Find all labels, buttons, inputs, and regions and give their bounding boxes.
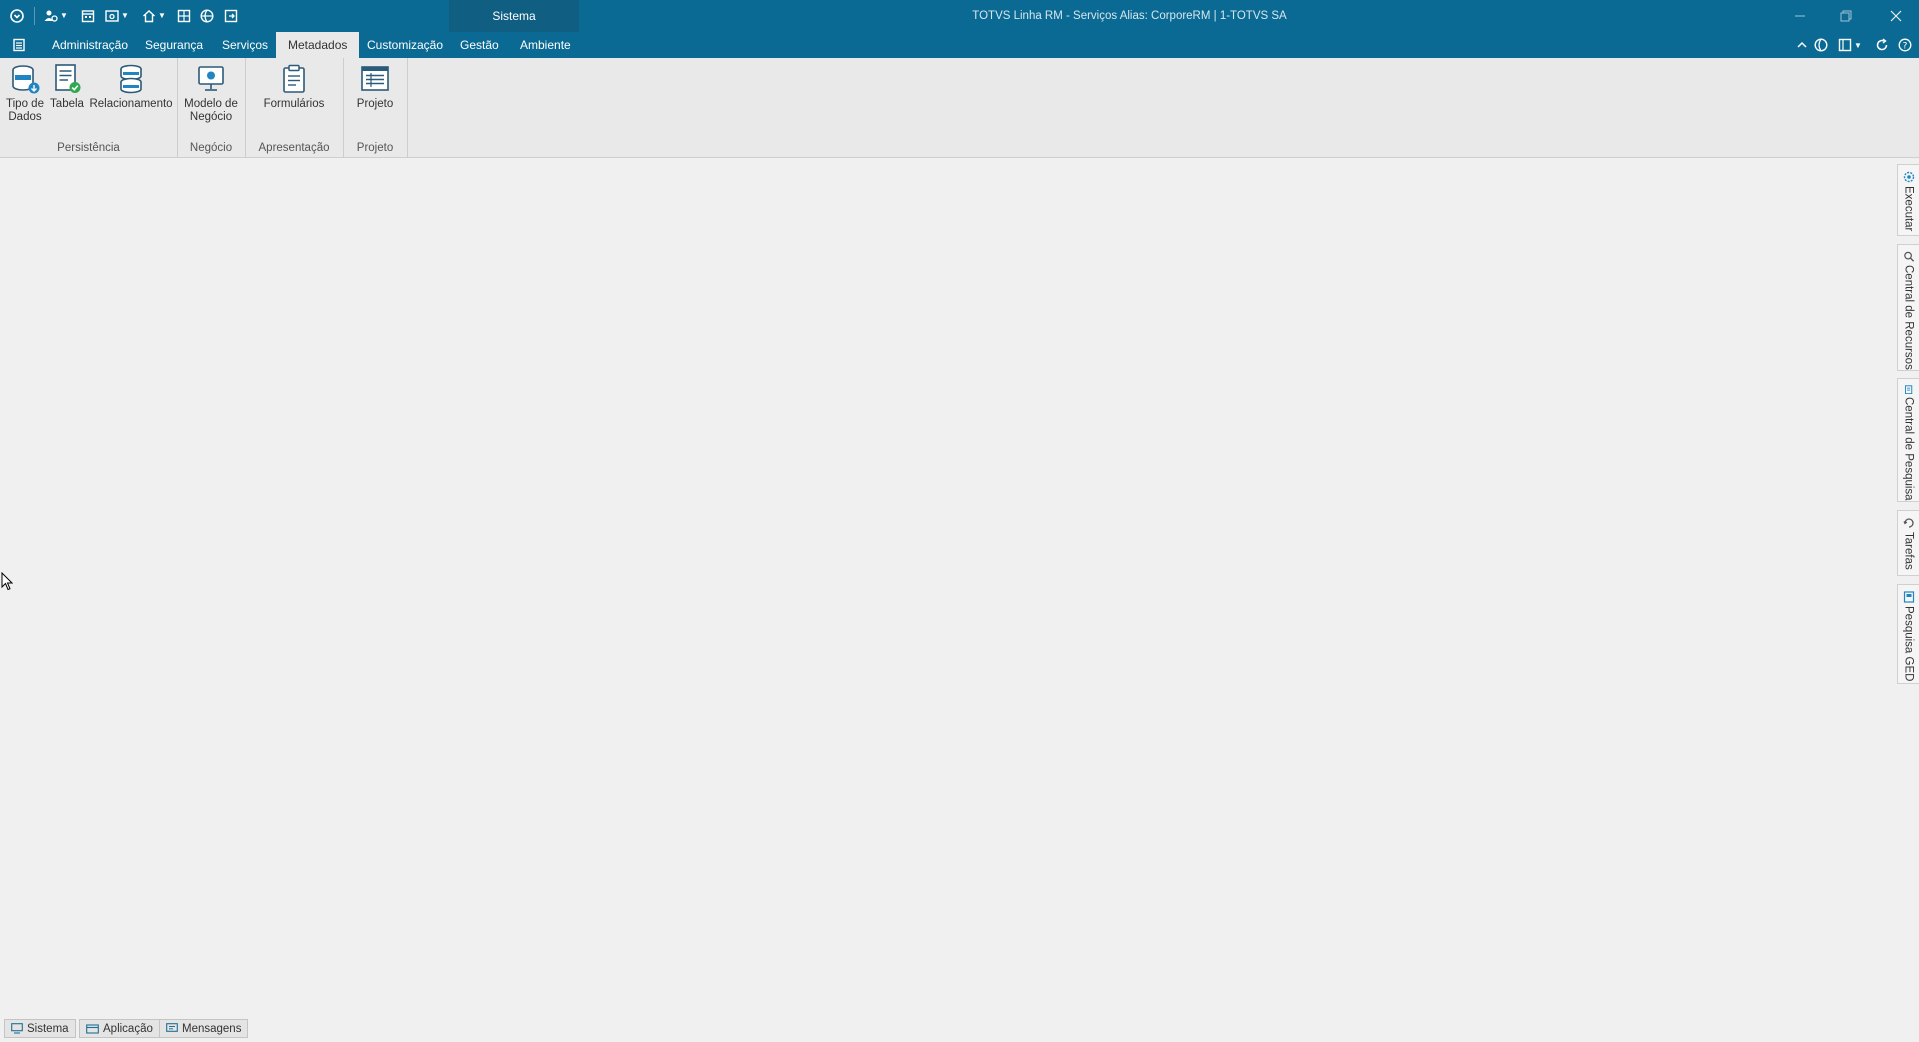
document-search-icon (1904, 385, 1912, 395)
tab-customizacao[interactable]: Customização (355, 32, 455, 58)
relacionamento-label: Relacionamento (89, 98, 173, 110)
tipo-de-dados-label: Tipo de Dados (6, 98, 44, 123)
ged-icon (1903, 591, 1914, 603)
help-globe-icon[interactable] (200, 7, 214, 25)
collapse-ribbon-icon[interactable] (1796, 36, 1808, 54)
tab-servicos[interactable]: Serviços (210, 32, 280, 58)
tab-administracao[interactable]: Administração (40, 32, 140, 58)
search-icon (1903, 251, 1914, 262)
side-tab-label: Executar (1902, 186, 1915, 232)
status-tab-sistema[interactable]: Sistema (4, 1019, 76, 1038)
ribbon-group-apresentacao: Formulários Apresentação (245, 58, 344, 157)
formularios-button[interactable]: Formulários (259, 62, 329, 111)
tabela-label: Tabela (50, 98, 84, 110)
mouse-cursor-icon (1, 572, 13, 591)
relationship-icon (114, 62, 148, 96)
projeto-label: Projeto (356, 98, 394, 110)
side-tab-pesquisa-ged[interactable]: Pesquisa GED (1897, 584, 1919, 684)
layout-icon[interactable]: ▼ (1838, 36, 1862, 54)
ribbon-group-projeto: Projeto Projeto (343, 58, 408, 157)
side-tab-label: Central de Pesquisa (1902, 397, 1915, 501)
form-icon (277, 62, 311, 96)
close-button[interactable] (1873, 0, 1919, 32)
calendar-icon[interactable] (81, 7, 95, 25)
side-tab-central-de-pesquisa[interactable]: Central de Pesquisa (1897, 378, 1919, 502)
close-icon (1890, 10, 1902, 22)
tab-gestao[interactable]: Gestão (448, 32, 511, 58)
message-icon (166, 1023, 178, 1032)
home-icon[interactable]: ▼ (142, 7, 166, 25)
title-bar: ▼ ▼ ▼ Sistema TOTVS Linha RM - Serviços … (0, 0, 1919, 32)
ribbon-group-label: Apresentação (258, 142, 330, 154)
file-menu-icon[interactable] (12, 36, 26, 54)
business-model-icon (194, 62, 228, 96)
window-settings-icon[interactable]: ▼ (105, 7, 129, 25)
minimize-button[interactable] (1777, 0, 1823, 32)
help-icon[interactable]: ? (1898, 36, 1912, 54)
modelo-de-negocio-button[interactable]: Modelo de Negócio (183, 62, 239, 124)
status-tab-aplicacao[interactable]: Aplicação (79, 1019, 160, 1038)
chevron-down-icon: ▼ (158, 11, 166, 20)
ribbon-group-label: Projeto (356, 142, 394, 154)
side-tab-tarefas[interactable]: Tarefas (1897, 510, 1919, 576)
chevron-down-icon: ▼ (121, 11, 129, 20)
ribbon-group-negocio: Modelo de Negócio Negócio (177, 58, 246, 157)
status-tab-label: Aplicação (103, 1022, 153, 1035)
exit-icon[interactable] (224, 7, 238, 25)
workspace-area (0, 158, 1895, 1014)
context-tab-sistema[interactable]: Sistema (449, 0, 579, 32)
tipo-de-dados-button[interactable]: Tipo de Dados (5, 62, 45, 124)
tabela-button[interactable]: Tabela (49, 62, 85, 111)
app-menu-icon[interactable] (10, 7, 24, 25)
side-tab-executar[interactable]: Executar (1897, 164, 1919, 236)
modelo-de-negocio-label: Modelo de Negócio (184, 98, 238, 123)
database-icon (8, 62, 42, 96)
relacionamento-button[interactable]: Relacionamento (89, 62, 173, 111)
tab-metadados[interactable]: Metadados (276, 32, 360, 58)
ribbon-tab-bar: Administração Segurança Serviços Metadad… (0, 32, 1919, 58)
refresh-icon[interactable] (1875, 36, 1889, 54)
app-icon (86, 1024, 99, 1034)
side-tab-label: Pesquisa GED (1902, 606, 1915, 682)
status-tab-label: Sistema (27, 1022, 69, 1035)
globe-icon[interactable] (1814, 36, 1828, 54)
status-bar: Sistema Aplicação Mensagens (0, 1016, 1919, 1042)
restore-icon (1840, 10, 1852, 22)
side-tab-label: Central de Recursos (1902, 265, 1915, 370)
status-tab-mensagens[interactable]: Mensagens (159, 1019, 249, 1038)
svg-text:?: ? (1903, 41, 1908, 51)
chevron-down-icon: ▼ (60, 11, 68, 20)
ribbon-group-label: Persistência (57, 142, 120, 154)
restore-button[interactable] (1823, 0, 1869, 32)
minimize-icon (1795, 15, 1805, 17)
side-tab-label: Tarefas (1902, 532, 1915, 570)
window-title: TOTVS Linha RM - Serviços Alias: Corpore… (972, 10, 1287, 22)
grid-icon[interactable] (177, 7, 191, 25)
ribbon: Tipo de Dados Tabela Relacionamento Pers… (0, 58, 1919, 158)
gear-icon (1903, 171, 1914, 183)
monitor-icon (11, 1023, 23, 1034)
ribbon-group-persistencia: Tipo de Dados Tabela Relacionamento Pers… (0, 58, 178, 157)
formularios-label: Formulários (263, 98, 325, 110)
side-tab-central-de-recursos[interactable]: Central de Recursos (1897, 244, 1919, 371)
status-tab-label: Mensagens (182, 1022, 242, 1035)
tab-ambiente[interactable]: Ambiente (508, 32, 583, 58)
ribbon-group-label: Negócio (189, 142, 233, 154)
tab-seguranca[interactable]: Segurança (133, 32, 215, 58)
users-icon[interactable]: ▼ (44, 7, 68, 25)
project-icon (358, 62, 392, 96)
quick-access-divider (34, 7, 35, 25)
table-check-icon (50, 62, 84, 96)
task-icon (1902, 518, 1914, 528)
projeto-button[interactable]: Projeto (351, 62, 399, 111)
chevron-down-icon: ▼ (1854, 40, 1862, 50)
